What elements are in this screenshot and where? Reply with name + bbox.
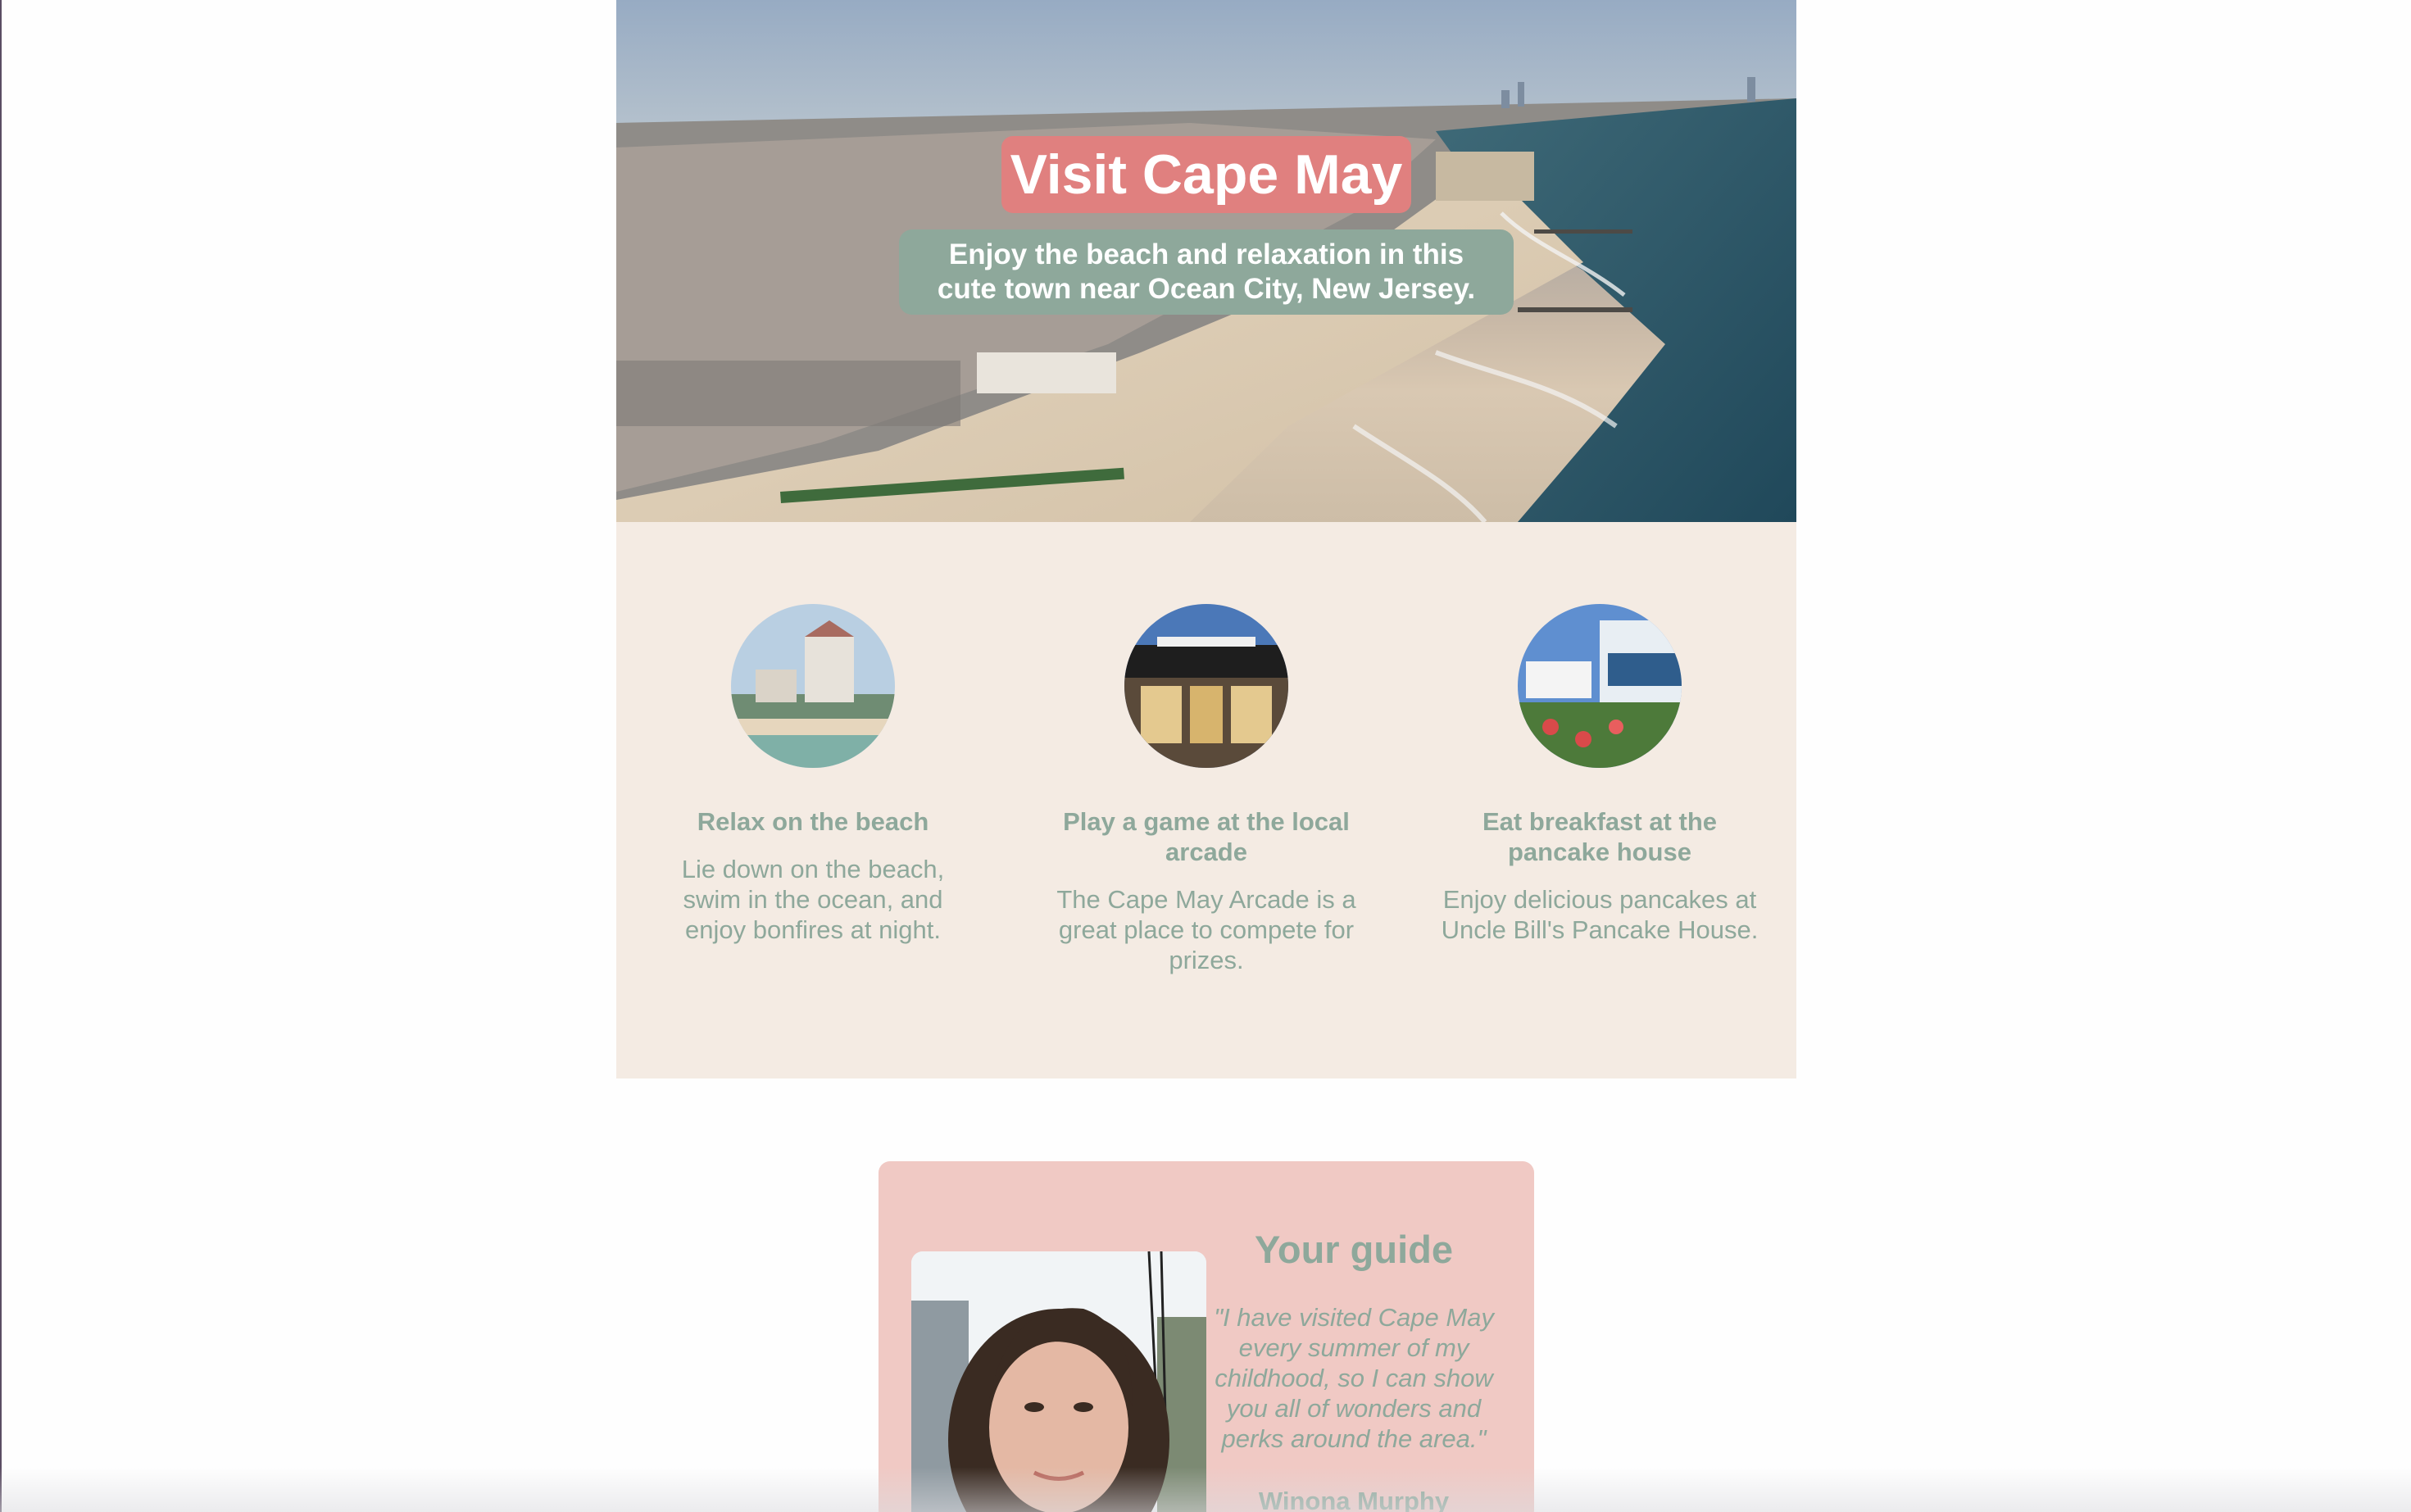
feature-text-line: Enjoy delicious pancakes at xyxy=(1442,885,1757,914)
hero-banner: Visit Cape May Enjoy the beach and relax… xyxy=(616,0,1796,522)
features-section: Relax on the beach Lie down on the beach… xyxy=(616,522,1796,1078)
beach-hotel-photo xyxy=(731,604,895,768)
hero-subtitle: Enjoy the beach and relaxation in this c… xyxy=(899,229,1514,315)
guide-quote: "I have visited Cape May every summer of… xyxy=(1206,1302,1501,1454)
feature-description: Enjoy delicious pancakes at Uncle Bill's… xyxy=(1436,884,1764,945)
feature-description: Lie down on the beach, swim in the ocean… xyxy=(649,854,977,945)
feature-title-line: Eat breakfast at the xyxy=(1482,807,1717,836)
hero-subtitle-line: Enjoy the beach and relaxation in this xyxy=(948,238,1464,270)
feature-text-line: Uncle Bill's Pancake House. xyxy=(1441,915,1759,944)
feature-description: The Cape May Arcade is a great place to … xyxy=(1042,884,1370,975)
guide-quote-line: perks around the area." xyxy=(1221,1424,1487,1453)
guide-heading: Your guide xyxy=(1255,1228,1453,1271)
guide-card: Your guide "I have visited Cape May ever… xyxy=(879,1161,1534,1512)
feature-title: Eat breakfast at the pancake house xyxy=(1436,806,1764,867)
guide-name: Winona Murphy xyxy=(1258,1487,1450,1512)
page: Visit Cape May Enjoy the beach and relax… xyxy=(0,0,2411,1512)
window-edge xyxy=(0,0,2,1512)
feature-text-line: great place to compete for xyxy=(1058,915,1355,944)
guide-quote-line: every summer of my xyxy=(1238,1333,1469,1362)
guide-quote-line: you all of wonders and xyxy=(1226,1394,1482,1423)
feature-title-line: arcade xyxy=(1165,838,1247,866)
feature-title: Play a game at the local arcade xyxy=(1042,806,1370,867)
feature-title-line: pancake house xyxy=(1508,838,1691,866)
feature-title: Relax on the beach xyxy=(697,807,929,836)
page-title: Visit Cape May xyxy=(1001,136,1411,213)
guide-quote-line: "I have visited Cape May xyxy=(1214,1303,1494,1332)
guide-portrait-photo xyxy=(911,1251,1206,1512)
feature-title-line: Play a game at the local xyxy=(1063,807,1350,836)
guide-quote-line: childhood, so I can show xyxy=(1215,1364,1493,1392)
hero-subtitle-line: cute town near Ocean City, New Jersey. xyxy=(937,273,1476,305)
feature-text-line: prizes. xyxy=(1169,946,1244,974)
arcade-storefront-photo xyxy=(1124,604,1288,768)
feature-text-line: enjoy bonfires at night. xyxy=(685,915,941,944)
feature-text-line: The Cape May Arcade is a xyxy=(1056,885,1356,914)
feature-text-line: swim in the ocean, and xyxy=(683,885,943,914)
pancake-house-photo xyxy=(1518,604,1682,768)
feature-text-line: Lie down on the beach, xyxy=(681,855,945,883)
